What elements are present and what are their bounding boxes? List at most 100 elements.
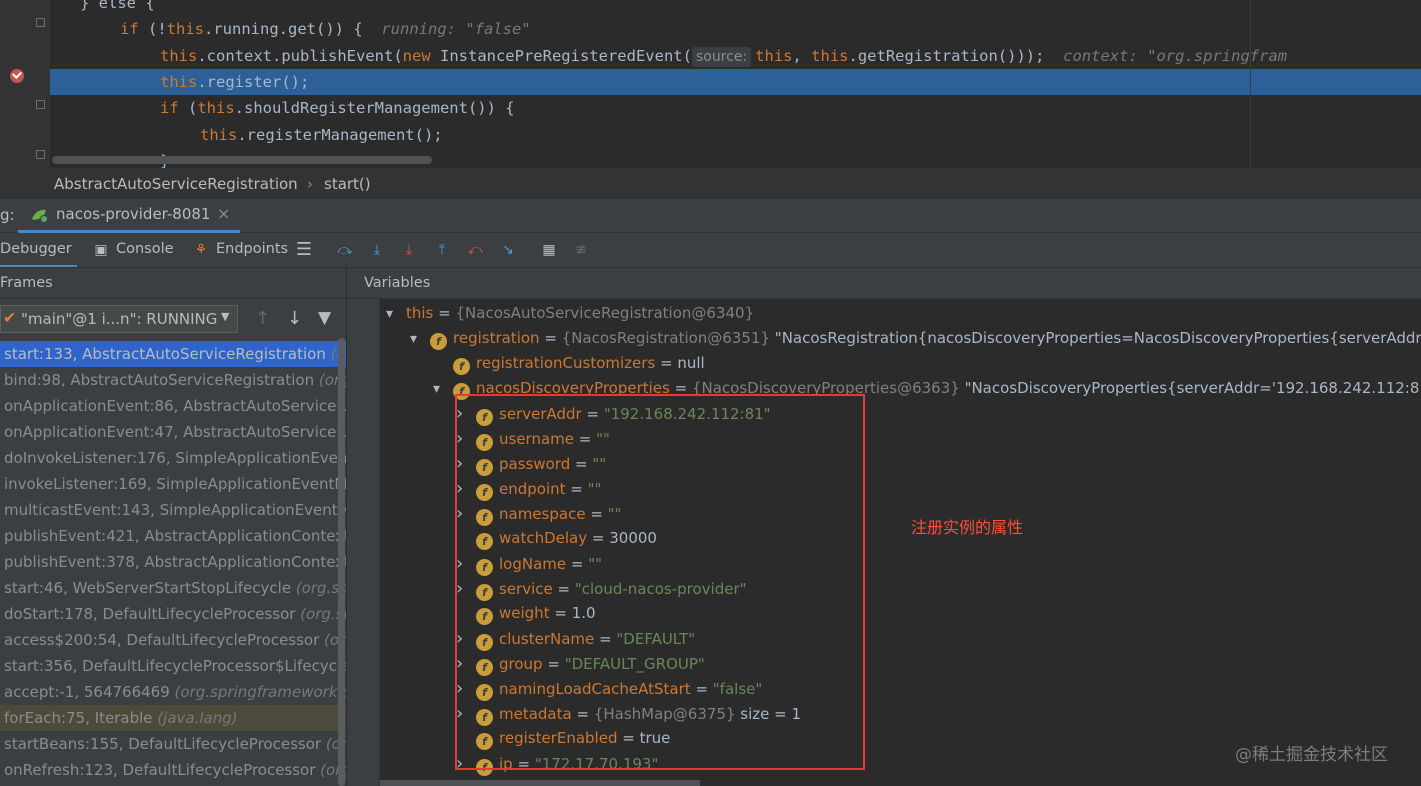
variable-val: null	[677, 354, 705, 372]
drop-frame-icon[interactable]: ⤺	[466, 241, 484, 259]
step-over-icon[interactable]: ⤓	[368, 241, 386, 259]
frame-item[interactable]: access$200:54, DefaultLifecycleProcessor…	[0, 627, 346, 653]
code-line[interactable]: this.context.publishEvent(new InstancePr…	[50, 43, 1421, 69]
code-line[interactable]: this.registerManagement();	[50, 122, 1421, 148]
frames-panel: Frames ✔ "main"@1 i...n": RUNNING ▼ ↑ ↓ …	[0, 268, 347, 786]
frame-item[interactable]: startBeans:155, DefaultLifecycleProcesso…	[0, 731, 346, 757]
breakpoint-icon[interactable]	[10, 69, 24, 83]
variable-row[interactable]: ▾ f registration = {NacosRegistration@6351…	[410, 326, 1421, 351]
breadcrumb-method[interactable]: start()	[324, 175, 371, 193]
code-editor[interactable]: } else {if (!this.running.get()) { runni…	[0, 0, 1421, 168]
frame-item[interactable]: bind:98, AbstractAutoServiceRegistration…	[0, 367, 346, 393]
code-token: this	[160, 46, 198, 65]
variable-val: "NacosDiscoveryProperties{serverAddr='19…	[964, 379, 1421, 397]
code-token: this	[755, 46, 793, 65]
frame-item[interactable]: publishEvent:378, AbstractApplicationCon…	[0, 549, 346, 575]
code-token: if	[120, 20, 139, 39]
frame-item[interactable]: start:46, WebServerStartStopLifecycle (o…	[0, 575, 346, 601]
arrow-up-icon[interactable]: ↑	[255, 308, 270, 329]
variable-eq: =	[655, 354, 678, 372]
check-icon: ✔	[3, 308, 17, 327]
filter-icon[interactable]: ▼	[318, 308, 331, 328]
code-token: if	[160, 99, 179, 118]
frame-item[interactable]: accept:-1, 564766469 (org.springframewor…	[0, 679, 346, 705]
frame-item[interactable]: doInvokeListener:176, SimpleApplicationE…	[0, 445, 346, 471]
frame-item[interactable]: invokeListener:169, SimpleApplicationEve…	[0, 471, 346, 497]
watermark: @稀土掘金技术社区	[1235, 745, 1388, 765]
frame-method: onRefresh:123, DefaultLifecycleProcessor	[4, 761, 321, 779]
code-token: this	[166, 20, 204, 39]
chevron-down-icon[interactable]: ▾	[433, 377, 443, 402]
tab-endpoints[interactable]: Endpoints	[216, 241, 288, 257]
code-token: InstancePreRegisteredEvent(	[430, 46, 692, 65]
right-margin-guide	[1250, 0, 1251, 168]
frame-item[interactable]: forEach:75, Iterable (java.lang)	[0, 705, 346, 731]
editor-horizontal-scrollbar[interactable]	[52, 156, 432, 164]
variables-side-toolbar-body	[347, 299, 380, 786]
frame-item[interactable]: multicastEvent:143, SimpleApplicationEve…	[0, 497, 346, 523]
frame-item[interactable]: start:356, DefaultLifecycleProcessor$Lif…	[0, 653, 346, 679]
field-icon: f	[453, 358, 470, 375]
debug-label: g:	[0, 206, 15, 224]
frames-scrollbar[interactable]	[338, 338, 345, 786]
frame-item[interactable]: onRefresh:123, DefaultLifecycleProcessor…	[0, 757, 346, 783]
code-token: running	[213, 20, 279, 39]
spring-boot-run-icon	[32, 209, 48, 223]
code-token: context	[206, 46, 272, 65]
breadcrumb: AbstractAutoServiceRegistration › start(…	[0, 168, 1421, 200]
code-token: (!	[138, 20, 167, 39]
code-line[interactable]: } else {	[50, 0, 1421, 16]
fold-marker-icon[interactable]	[36, 100, 45, 109]
frame-method: doInvokeListener:176, SimpleApplicationE…	[4, 449, 346, 467]
code-line[interactable]: if (this.shouldRegisterManagement()) {	[50, 95, 1421, 121]
code-line-current[interactable]: this.register();	[50, 68, 1421, 95]
close-icon[interactable]: ×	[217, 204, 230, 223]
session-tab[interactable]: nacos-provider-8081 ×	[18, 199, 240, 233]
frame-method: onApplicationEvent:47, AbstractAutoServi…	[4, 423, 346, 441]
step-out-icon[interactable]: ⤒	[433, 241, 451, 259]
evaluate-expression-icon[interactable]: ▦	[540, 241, 558, 259]
frame-package: (org.springframework.co	[174, 683, 346, 701]
code-token: .shouldRegisterManagement()) {	[234, 99, 515, 118]
variable-row[interactable]: ▾ this = {NacosAutoServiceRegistration@63…	[386, 301, 754, 326]
tab-console[interactable]: Console	[116, 241, 174, 257]
menu-icon[interactable]: ☰	[295, 241, 313, 259]
frame-method: multicastEvent:143, SimpleApplicationEve…	[4, 501, 346, 519]
fold-marker-icon[interactable]	[36, 18, 45, 27]
frame-item[interactable]: start:133, AbstractAutoServiceRegistrati…	[0, 341, 346, 367]
frames-title: Frames	[0, 275, 53, 291]
code-token: .getRegistration()));	[848, 46, 1064, 65]
chevron-down-icon[interactable]: ▾	[386, 302, 396, 327]
frame-method: start:46, WebServerStartStopLifecycle	[4, 579, 296, 597]
variable-type: {NacosRegistration@6351}	[561, 329, 775, 347]
arrow-down-icon[interactable]: ↓	[287, 308, 302, 329]
run-to-cursor-icon[interactable]: ↘	[499, 241, 517, 259]
frames-header: Frames	[0, 268, 346, 299]
frame-item[interactable]: onApplicationEvent:47, AbstractAutoServi…	[0, 419, 346, 445]
frame-method: access$200:54, DefaultLifecycleProcessor	[4, 631, 325, 649]
inline-value-hint: running: "false"	[381, 20, 531, 39]
highlight-box	[455, 394, 865, 770]
frame-item[interactable]: onApplicationEvent:86, AbstractAutoServi…	[0, 393, 346, 419]
show-execution-point-icon[interactable]: ⤼	[336, 241, 354, 259]
variables-horizontal-scrollbar[interactable]	[380, 780, 700, 786]
tab-debugger-label: Debugger	[0, 241, 72, 257]
breadcrumb-class[interactable]: AbstractAutoServiceRegistration	[54, 175, 298, 193]
thread-selector[interactable]: ✔ "main"@1 i...n": RUNNING ▼	[0, 305, 238, 333]
fold-marker-icon[interactable]	[36, 150, 45, 159]
chevron-down-icon[interactable]: ▾	[410, 327, 420, 352]
breadcrumb-separator: ›	[307, 175, 313, 193]
code-line[interactable]: if (!this.running.get()) { running: "fal…	[50, 16, 1421, 42]
variable-row[interactable]: f registrationCustomizers = null	[433, 351, 705, 376]
force-step-into-icon[interactable]: ⤓	[400, 241, 418, 259]
trace-icon[interactable]: ≢	[572, 241, 590, 259]
field-icon: f	[430, 333, 447, 350]
frame-item[interactable]: doStart:178, DefaultLifecycleProcessor (…	[0, 601, 346, 627]
debug-tool-window-header: g: nacos-provider-8081 ×	[0, 199, 1421, 233]
frame-method: start:133, AbstractAutoServiceRegistrati…	[4, 345, 331, 363]
frame-method: invokeListener:169, SimpleApplicationEve…	[4, 475, 346, 493]
frame-method: bind:98, AbstractAutoServiceRegistration	[4, 371, 319, 389]
inline-value-hint: context: "org.springfram	[1063, 46, 1288, 65]
frame-item[interactable]: publishEvent:421, AbstractApplicationCon…	[0, 523, 346, 549]
tab-debugger[interactable]: Debugger	[0, 233, 77, 267]
